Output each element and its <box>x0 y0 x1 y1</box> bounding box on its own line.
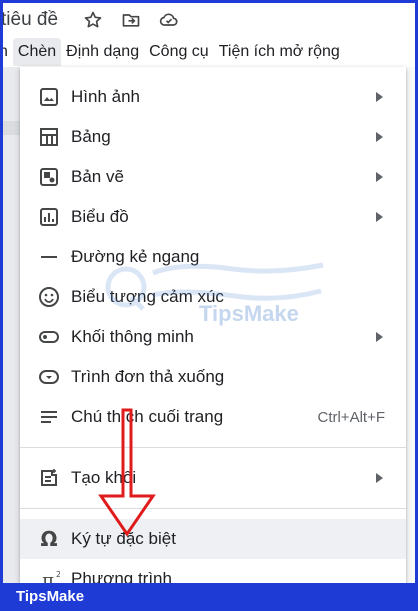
menu-item-building-blocks[interactable]: Tạo khối <box>20 458 406 498</box>
footer-brand: TipsMake <box>0 583 418 611</box>
menu-item-equation[interactable]: π2 Phương trình <box>20 559 406 583</box>
omega-icon: Ω <box>37 527 61 551</box>
menu-item-drawing[interactable]: Bản vẽ <box>20 157 406 197</box>
menu-tools[interactable]: Công cụ <box>144 38 214 66</box>
svg-text:π: π <box>42 570 54 583</box>
menu-divider <box>20 508 406 509</box>
menu-item-label: Biểu tượng cảm xúc <box>71 287 224 306</box>
svg-text:2: 2 <box>56 570 60 579</box>
menu-item-label: Biểu đồ <box>71 207 129 226</box>
menu-item-special-characters[interactable]: Ω Ký tự đặc biệt <box>20 519 406 559</box>
submenu-arrow-icon <box>374 132 384 142</box>
menu-item-label: Chú thích cuối trang <box>71 407 224 426</box>
submenu-arrow-icon <box>374 92 384 102</box>
document-title-bar: tiêu đề <box>3 3 415 37</box>
document-title[interactable]: tiêu đề <box>3 9 58 31</box>
menu-item-label: Phương trình <box>71 569 172 583</box>
menu-item-label: Khối thông minh <box>71 327 194 346</box>
menu-item-image[interactable]: Hình ảnh <box>20 77 406 117</box>
menu-item-dropdown[interactable]: Trình đơn thả xuống <box>20 357 406 397</box>
menu-format[interactable]: Định dạng <box>61 38 144 66</box>
menu-bar: n Chèn Định dạng Công cụ Tiện ích mở rộn… <box>3 37 415 67</box>
menu-item-label: Bảng <box>71 127 111 146</box>
building-block-icon <box>37 466 61 490</box>
svg-text:Ω: Ω <box>40 528 57 550</box>
submenu-arrow-icon <box>374 212 384 222</box>
submenu-arrow-icon <box>374 332 384 342</box>
cloud-saved-icon[interactable] <box>158 9 180 31</box>
menu-item-label: Bản vẽ <box>71 167 124 186</box>
dropdown-icon <box>37 365 61 389</box>
submenu-arrow-icon <box>374 172 384 182</box>
menu-item-emoji[interactable]: Biểu tượng cảm xúc <box>20 277 406 317</box>
menu-item-chart[interactable]: Biểu đồ <box>20 197 406 237</box>
menu-item-table[interactable]: Bảng <box>20 117 406 157</box>
footnote-icon <box>37 405 61 429</box>
pi-icon: π2 <box>37 567 61 583</box>
menu-item-label: Trình đơn thả xuống <box>71 367 225 386</box>
insert-menu: Hình ảnh Bảng Bản vẽ Biểu đồ Đường kẻ ng… <box>20 67 406 583</box>
menu-divider <box>20 447 406 448</box>
menu-insert[interactable]: Chèn <box>12 38 62 66</box>
menu-item-label: Tạo khối <box>71 468 137 487</box>
smart-chip-icon <box>37 325 61 349</box>
menu-item-label: Ký tự đặc biệt <box>71 529 176 548</box>
horizontal-line-icon <box>37 245 61 269</box>
app-window: tiêu đề n Chèn Định dạng Công cụ Tiện íc… <box>3 3 415 583</box>
shortcut-text: Ctrl+Alt+F <box>317 408 385 426</box>
menu-view-cut[interactable]: n <box>3 38 13 66</box>
emoji-icon <box>37 285 61 309</box>
menu-item-label: Đường kẻ ngang <box>71 247 200 266</box>
chart-icon <box>37 205 61 229</box>
table-icon <box>37 125 61 149</box>
menu-item-horizontal-line[interactable]: Đường kẻ ngang <box>20 237 406 277</box>
image-icon <box>37 85 61 109</box>
menu-item-label: Hình ảnh <box>71 87 140 106</box>
star-icon[interactable] <box>82 9 104 31</box>
submenu-arrow-icon <box>374 473 384 483</box>
menu-item-footnote[interactable]: Chú thích cuối trang Ctrl+Alt+F <box>20 397 406 437</box>
menu-item-smart-chips[interactable]: Khối thông minh <box>20 317 406 357</box>
move-folder-icon[interactable] <box>120 9 142 31</box>
menu-extensions[interactable]: Tiện ích mở rộng <box>214 38 345 66</box>
drawing-icon <box>37 165 61 189</box>
